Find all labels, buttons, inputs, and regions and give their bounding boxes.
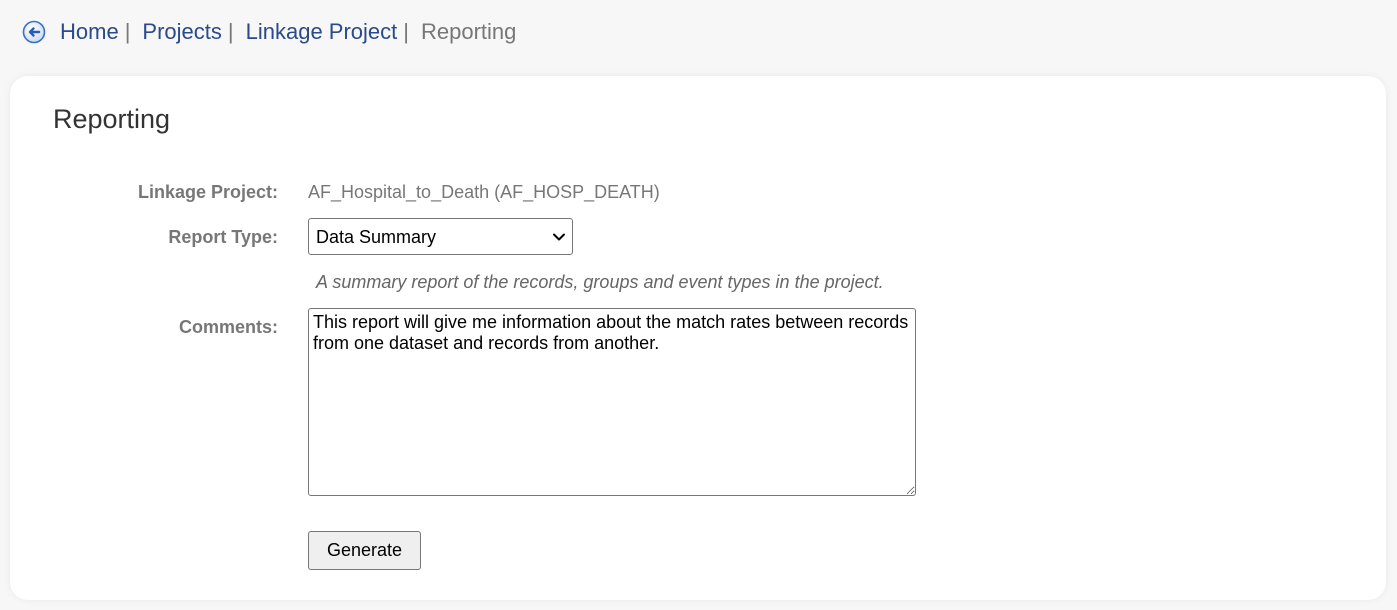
comments-textarea[interactable]: This report will give me information abo… xyxy=(308,308,916,496)
reporting-card: Reporting Linkage Project: AF_Hospital_t… xyxy=(10,76,1386,600)
linkage-project-value: AF_Hospital_to_Death (AF_HOSP_DEATH) xyxy=(308,182,660,202)
breadcrumb-projects-link[interactable]: Projects xyxy=(142,19,221,45)
generate-button[interactable]: Generate xyxy=(308,531,421,570)
linkage-project-label: Linkage Project: xyxy=(137,182,278,202)
breadcrumb-separator: | xyxy=(403,19,409,44)
breadcrumb-home-link[interactable]: Home xyxy=(60,19,119,45)
breadcrumb-current: Reporting xyxy=(420,19,517,44)
breadcrumb-separator: | xyxy=(124,19,131,44)
breadcrumb-linkage-project-link[interactable]: Linkage Project xyxy=(246,19,398,45)
comments-label: Comments: xyxy=(178,317,278,337)
report-type-label: Report Type: xyxy=(168,227,278,247)
chevron-down-icon xyxy=(552,230,566,244)
report-type-select[interactable]: Data Summary xyxy=(308,218,573,255)
breadcrumb: Home | Projects | Linkage Project | Repo… xyxy=(22,18,516,46)
report-type-selected-value: Data Summary xyxy=(316,227,437,247)
back-arrow-icon[interactable] xyxy=(22,20,46,44)
page-title: Reporting xyxy=(53,104,171,134)
report-type-help-text: A summary report of the records, groups … xyxy=(316,272,884,292)
breadcrumb-separator: | xyxy=(227,19,234,44)
